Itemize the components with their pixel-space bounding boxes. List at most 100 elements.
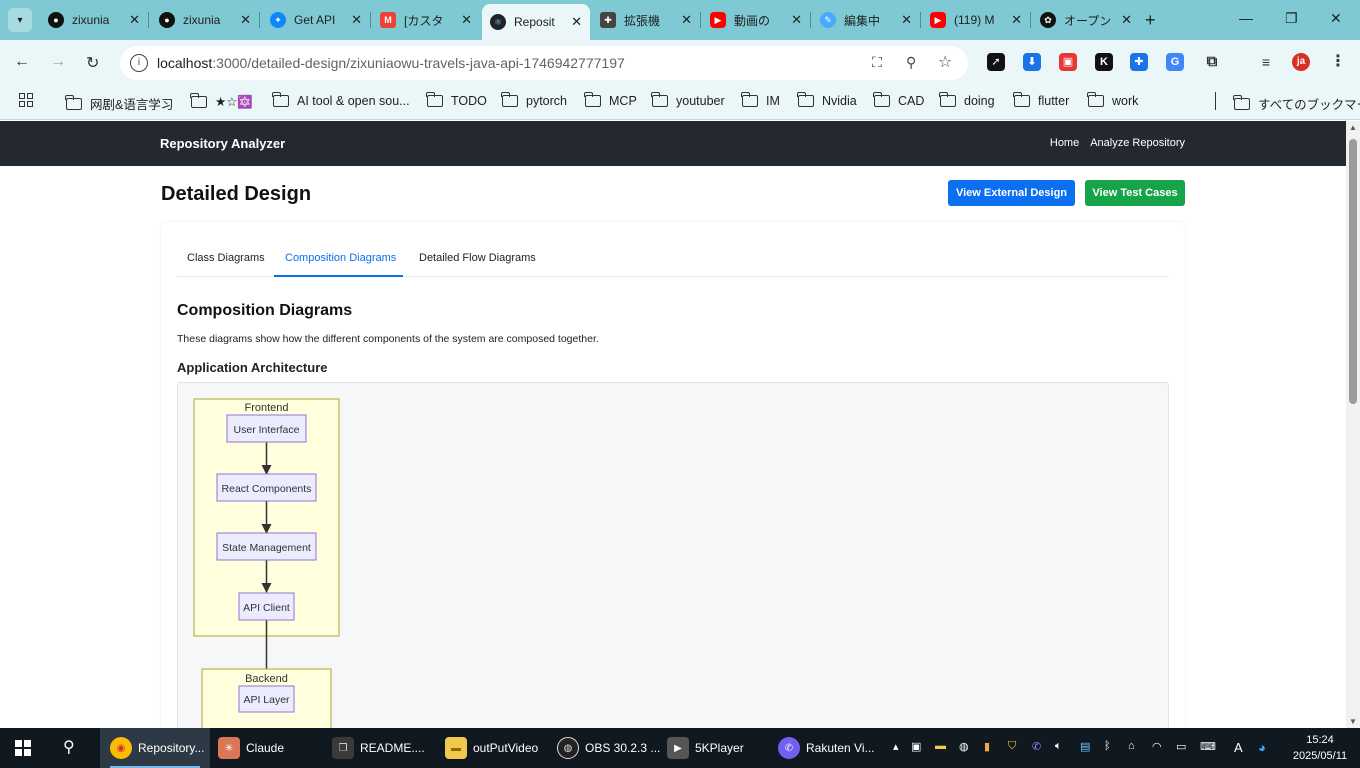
tray-folder-icon[interactable]: ▬ (935, 740, 946, 752)
taskbar-item-claude[interactable]: ✳ Claude (208, 728, 320, 768)
close-icon[interactable]: ✕ (901, 12, 912, 28)
bookmark-folder[interactable]: work (1087, 92, 1138, 108)
browser-tab[interactable]: ● zixunia ✕ (40, 6, 148, 34)
extension-k-icon[interactable]: K (1095, 53, 1113, 71)
extension-translate-icon[interactable]: G (1166, 53, 1184, 71)
tray-viber-icon[interactable]: ✆ (1032, 740, 1041, 753)
taskbar-item-folder[interactable]: ▬ outPutVideo (435, 728, 547, 768)
taskbar-item-chrome[interactable]: ◉ Repository... (100, 728, 210, 768)
address-bar[interactable]: i localhost:3000/detailed-design/zixunia… (120, 46, 968, 80)
close-icon[interactable]: ✕ (571, 14, 582, 30)
browser-tab[interactable]: ● zixunia ✕ (151, 6, 259, 34)
tray-display-icon[interactable]: ▤ (1080, 740, 1090, 753)
site-info-icon[interactable]: i (130, 54, 148, 72)
close-icon[interactable]: ✕ (1121, 12, 1132, 28)
bookmark-folder[interactable]: ★☆🔯 (190, 93, 253, 110)
apps-grid-icon[interactable] (19, 93, 33, 107)
bookmark-folder[interactable]: doing (939, 92, 995, 108)
folder-icon (272, 92, 289, 107)
taskbar-item-rakuten-viber[interactable]: ✆ Rakuten Vi... (768, 728, 880, 768)
tray-obs-icon[interactable]: ◍ (959, 740, 969, 753)
new-tab-plus-icon[interactable]: + (1145, 10, 1156, 31)
taskbar-item-obs[interactable]: ◍ OBS 30.2.3 ... (547, 728, 660, 768)
app-brand[interactable]: Repository Analyzer (160, 136, 285, 151)
volume-icon[interactable]: 🔈︎ (1055, 740, 1062, 753)
bookmark-folder[interactable]: CAD (873, 92, 924, 108)
all-bookmarks-folder[interactable]: すべてのブックマーク (1233, 94, 1360, 113)
extension-youtube-icon[interactable]: ▣ (1059, 53, 1077, 71)
usb-icon[interactable]: ⌂ (1128, 740, 1135, 752)
close-icon[interactable]: ✕ (1011, 12, 1022, 28)
nav-analyze-link[interactable]: Analyze Repository (1090, 137, 1185, 149)
extensions-menu-icon[interactable]: ⧉ (1203, 53, 1221, 71)
scrollbar-thumb[interactable] (1349, 139, 1357, 404)
taskbar-item-readme[interactable]: ❒ README.... (322, 728, 430, 768)
window-close-icon[interactable]: ✕ (1330, 10, 1342, 27)
taskbar-item-5kplayer[interactable]: ▶ 5KPlayer (657, 728, 769, 768)
taskbar-search-icon[interactable]: ⚲ (63, 737, 75, 757)
browser-tab[interactable]: ✦ Get API ✕ (262, 6, 370, 34)
close-icon[interactable]: ✕ (351, 12, 362, 28)
scroll-up-arrow-icon[interactable]: ▲ (1349, 123, 1357, 132)
reload-icon[interactable]: ↻ (86, 53, 99, 73)
close-icon[interactable]: ✕ (461, 12, 472, 28)
windows-start-icon[interactable] (15, 740, 31, 756)
bookmark-folder[interactable]: youtuber (651, 92, 725, 108)
bookmarks-divider (1215, 92, 1216, 110)
edge-icon[interactable]: ◕ (1258, 740, 1266, 755)
forward-arrow-icon[interactable]: → (50, 53, 66, 71)
media-control-icon[interactable]: ≡ (1257, 53, 1275, 71)
bookmark-folder[interactable]: flutter (1013, 92, 1069, 108)
tab-search-chevron-icon[interactable]: ▾ (8, 8, 32, 32)
url-text[interactable]: localhost:3000/detailed-design/zixuniaow… (157, 55, 625, 71)
profile-avatar[interactable]: ja (1292, 53, 1310, 71)
bookmark-folder[interactable]: MCP (584, 92, 637, 108)
bookmark-folder[interactable]: 网剧&语言学习 (65, 94, 173, 113)
ime-indicator[interactable]: A (1234, 740, 1243, 755)
bluetooth-icon[interactable]: ᛒ (1104, 740, 1111, 752)
tray-app-icon[interactable]: ▣ (911, 740, 921, 753)
browser-tab[interactable]: M [カスタ ✕ (372, 6, 480, 34)
bookmark-folder[interactable]: Nvidia (797, 92, 857, 108)
battery-icon[interactable]: ▭ (1176, 740, 1186, 753)
bookmark-folder[interactable]: AI tool & open sou... (272, 92, 410, 108)
browser-tab[interactable]: ▶ (119) M ✕ (922, 6, 1030, 34)
node-api-client-label: API Client (243, 602, 290, 614)
tray-overflow-icon[interactable]: ▴ (893, 740, 899, 753)
extension-download-icon[interactable]: ⬇ (1023, 53, 1041, 71)
tab-detailed-flow-diagrams[interactable]: Detailed Flow Diagrams (419, 252, 536, 264)
bookmark-folder[interactable]: IM (741, 92, 780, 108)
browser-tab[interactable]: ✚ 拡張機 ✕ (592, 6, 700, 34)
minimize-icon[interactable]: — (1239, 10, 1253, 26)
bookmark-folder[interactable]: TODO (426, 92, 487, 108)
tray-shield-icon[interactable]: ⛉ (1008, 740, 1016, 753)
back-arrow-icon[interactable]: ← (14, 53, 30, 71)
restore-icon[interactable]: ❐ (1285, 10, 1298, 27)
tray-app-icon[interactable]: ▮ (984, 740, 990, 753)
view-test-cases-button[interactable]: View Test Cases (1085, 180, 1185, 206)
close-icon[interactable]: ✕ (129, 12, 140, 28)
system-clock[interactable]: 15:24 2025/05/11 (1285, 732, 1355, 764)
nav-home-link[interactable]: Home (1050, 137, 1079, 149)
browser-tab[interactable]: ✎ 編集中 ✕ (812, 6, 920, 34)
close-icon[interactable]: ✕ (240, 12, 251, 28)
zoom-icon[interactable]: ⚲ (906, 54, 916, 71)
wifi-icon[interactable]: ◠ (1152, 740, 1162, 753)
bookmark-star-icon[interactable]: ☆ (938, 52, 952, 72)
keyboard-icon[interactable]: ⌨ (1200, 740, 1216, 753)
close-icon[interactable]: ✕ (791, 12, 802, 28)
browser-tab[interactable]: ✿ オープン ✕ (1032, 6, 1140, 34)
close-icon[interactable]: ✕ (681, 12, 692, 28)
tab-class-diagrams[interactable]: Class Diagrams (187, 252, 265, 264)
browser-tab-active[interactable]: ⚛ Reposit ✕ (482, 4, 590, 40)
browser-menu-icon[interactable]: ⋮ (1329, 53, 1347, 71)
view-external-design-button[interactable]: View External Design (948, 180, 1075, 206)
tab-composition-diagrams[interactable]: Composition Diagrams (285, 252, 396, 264)
scroll-down-arrow-icon[interactable]: ▼ (1349, 717, 1357, 726)
extension-puzzle-icon[interactable]: ✚ (1130, 53, 1148, 71)
translate-icon[interactable]: ⛶ (872, 54, 882, 71)
browser-tab[interactable]: ▶ 動画の ✕ (702, 6, 810, 34)
page-scrollbar[interactable]: ▲ ▼ (1346, 121, 1360, 728)
bookmark-folder[interactable]: pytorch (501, 92, 567, 108)
extension-send-icon[interactable]: ➚ (987, 53, 1005, 71)
